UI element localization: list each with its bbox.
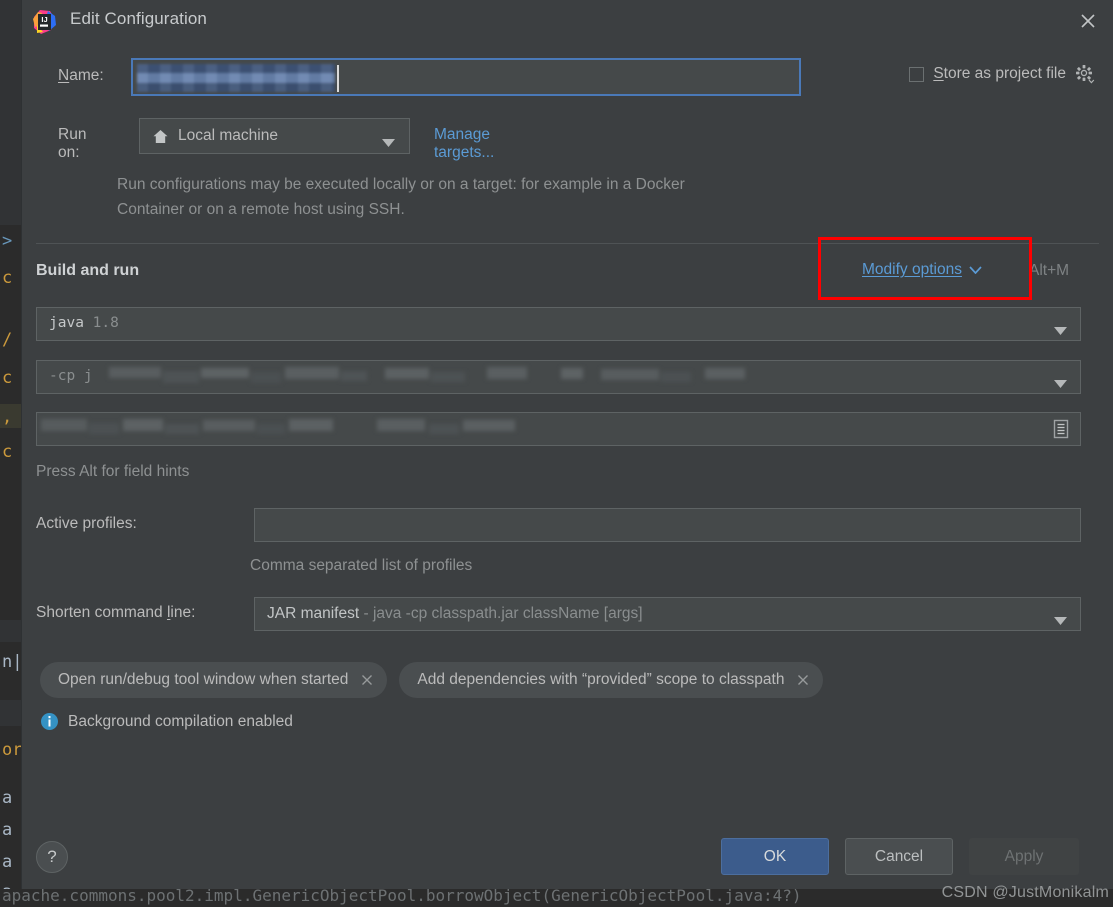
- csdn-watermark: CSDN @JustMonikalm: [941, 884, 1109, 901]
- shorten-command-line-label: Shorten command line:: [36, 604, 196, 621]
- svg-text:IJ: IJ: [41, 15, 47, 24]
- active-profiles-label: Active profiles:: [36, 515, 137, 532]
- store-as-project-file-checkbox[interactable]: [909, 66, 925, 82]
- section-divider: [36, 243, 1099, 244]
- editor-char: a: [2, 820, 13, 840]
- apply-button: Apply: [969, 838, 1079, 875]
- edit-configuration-dialog: IJ Edit Configuration Name: Store as pro…: [22, 0, 1113, 891]
- chip-label: Open run/debug tool window when started: [58, 671, 349, 688]
- manage-targets-link[interactable]: Manage targets...: [434, 126, 494, 162]
- modify-options-shortcut: Alt+M: [1029, 262, 1070, 279]
- jdk-command: java: [49, 315, 84, 331]
- option-chip-open-run-debug-tool-window[interactable]: Open run/debug tool window when started: [40, 662, 388, 698]
- info-icon: [40, 712, 59, 731]
- close-icon[interactable]: [796, 673, 810, 687]
- editor-stacktrace-line: apache.commons.pool2.impl.GenericObjectP…: [2, 889, 802, 905]
- chevron-down-icon[interactable]: [1054, 375, 1067, 393]
- dialog-title: Edit Configuration: [70, 9, 207, 28]
- close-icon[interactable]: [360, 673, 374, 687]
- home-icon: [152, 128, 169, 145]
- chip-label: Add dependencies with “provided” scope t…: [417, 671, 785, 688]
- chevron-down-icon[interactable]: [1054, 612, 1067, 630]
- classpath-combobox[interactable]: -cp j: [36, 360, 1081, 394]
- status-message-text: Background compilation enabled: [68, 712, 293, 730]
- modify-options-link[interactable]: Modify options: [862, 261, 982, 279]
- main-class-field[interactable]: [36, 412, 1081, 446]
- run-on-value: Local machine: [178, 127, 278, 144]
- expand-editor-icon[interactable]: [1050, 418, 1072, 440]
- close-icon[interactable]: [1073, 6, 1103, 36]
- cancel-button[interactable]: Cancel: [845, 838, 953, 875]
- store-as-project-file-label: Store as project file: [933, 65, 1066, 82]
- editor-char: c: [2, 268, 13, 288]
- shorten-command-line-combobox[interactable]: JAR manifest - java -cp classpath.jar cl…: [254, 597, 1081, 631]
- shorten-value-main: JAR manifest: [267, 605, 360, 622]
- intellij-idea-logo-icon: IJ: [30, 8, 58, 36]
- editor-char: c: [2, 442, 13, 462]
- ok-button[interactable]: OK: [721, 838, 829, 875]
- build-and-run-title: Build and run: [36, 262, 140, 279]
- classpath-redacted-value: [109, 363, 745, 393]
- shorten-value-detail: - java -cp classpath.jar className [args…: [359, 605, 643, 622]
- editor-char: /: [2, 330, 13, 350]
- classpath-prefix: -cp j: [49, 368, 93, 384]
- main-class-redacted-value: [41, 416, 518, 442]
- run-on-combobox[interactable]: Local machine: [139, 118, 410, 154]
- text-caret: [337, 65, 339, 92]
- chevron-down-icon: [382, 134, 395, 152]
- editor-char: >: [2, 231, 13, 251]
- editor-char: a: [2, 788, 13, 808]
- run-on-label: Run on:: [58, 126, 87, 161]
- field-hint-text: Press Alt for field hints: [36, 463, 190, 480]
- dialog-titlebar: IJ Edit Configuration: [22, 0, 1113, 44]
- editor-char: a: [2, 852, 13, 872]
- editor-char: ,: [2, 407, 13, 427]
- chevron-down-icon[interactable]: [1054, 322, 1067, 340]
- jdk-value: java 1.8: [49, 315, 119, 331]
- status-message: Background compilation enabled: [40, 712, 293, 731]
- help-button[interactable]: ?: [36, 841, 68, 873]
- name-input[interactable]: [131, 58, 801, 96]
- active-profiles-hint: Comma separated list of profiles: [250, 557, 473, 574]
- option-chips: Open run/debug tool window when started …: [40, 662, 824, 698]
- name-redacted-value: [137, 64, 335, 92]
- name-label: Name:: [58, 67, 104, 84]
- chevron-down-icon: [969, 261, 982, 279]
- run-on-description: Run configurations may be executed local…: [117, 176, 685, 218]
- shorten-command-line-value: JAR manifest - java -cp classpath.jar cl…: [267, 605, 643, 623]
- store-as-project-file-row[interactable]: Store as project file: [909, 64, 1095, 84]
- editor-char: c: [2, 368, 13, 388]
- option-chip-add-provided-scope-dependencies[interactable]: Add dependencies with “provided” scope t…: [399, 662, 824, 698]
- editor-char: n|: [2, 652, 23, 672]
- active-profiles-input[interactable]: [254, 508, 1081, 542]
- jdk-version: 1.8: [92, 315, 119, 331]
- modify-options-label: Modify options: [862, 261, 962, 278]
- jdk-combobox[interactable]: java 1.8: [36, 307, 1081, 341]
- editor-char: or: [2, 740, 23, 760]
- gear-icon[interactable]: [1075, 64, 1095, 84]
